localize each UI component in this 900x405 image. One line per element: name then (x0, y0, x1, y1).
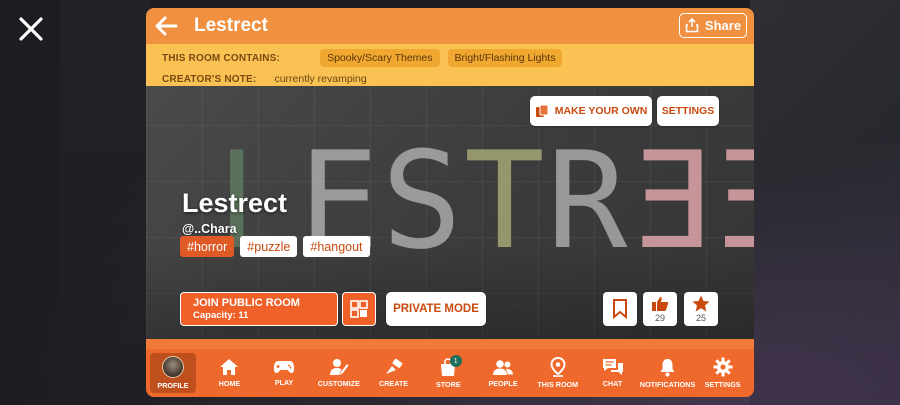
nav-this-room[interactable]: THIS ROOM (530, 353, 585, 393)
room-panel: Lestrect Share THIS ROOM CONTAINS: Spook… (146, 8, 754, 397)
tag-chip[interactable]: #horror (180, 236, 235, 257)
private-mode-label: PRIVATE MODE (393, 303, 479, 315)
nav-label: CUSTOMIZE (317, 379, 360, 388)
gamepad-icon (273, 361, 295, 374)
warning-chip: Spooky/Scary Themes (320, 49, 440, 67)
nav-profile[interactable]: PROFILE (150, 353, 196, 393)
nav-people[interactable]: PEOPLE (476, 353, 531, 393)
thumbs-up-icon (652, 296, 669, 311)
nav-label: NOTIFICATIONS (639, 379, 696, 389)
make-your-own-button[interactable]: MAKE YOUR OWN (530, 96, 652, 126)
capacity-text: Capacity: 11 (193, 310, 249, 321)
home-icon (220, 359, 239, 375)
tag-chip[interactable]: #puzzle (240, 236, 298, 257)
nav-divider (146, 339, 754, 349)
back-arrow-icon[interactable] (148, 8, 184, 44)
nav-settings[interactable]: SETTINGS (695, 353, 750, 393)
gear-icon (713, 357, 733, 377)
content-warnings-row: THIS ROOM CONTAINS: Spooky/Scary Themes … (162, 49, 563, 67)
chat-icon (602, 359, 623, 375)
room-preview-image: LESTRƎƎT MAKE YOUR OWN SETTINGS Lestrect… (146, 86, 754, 350)
contains-label: THIS ROOM CONTAINS: (162, 52, 281, 64)
nav-label: CHAT (602, 379, 623, 388)
nav-home[interactable]: HOME (202, 353, 257, 393)
nav-label: STORE (435, 379, 461, 389)
room-header: Lestrect Share (146, 8, 754, 44)
avatar-edit-icon (329, 359, 349, 375)
nav-play[interactable]: PLAY (257, 353, 312, 393)
star-icon (692, 295, 710, 312)
like-count: 29 (654, 312, 665, 323)
nav-customize[interactable]: CUSTOMIZE (311, 353, 366, 393)
maker-pen-icon (385, 358, 402, 374)
nav-chat[interactable]: CHAT (585, 353, 640, 393)
settings-label: SETTINGS (661, 105, 715, 117)
room-name: Lestrect (182, 188, 288, 218)
join-label: JOIN PUBLIC ROOM (193, 297, 300, 309)
nav-label: CREATE (379, 379, 409, 388)
nav-label: HOME (218, 379, 241, 388)
store-badge: 1 (449, 355, 462, 367)
nav-label: THIS ROOM (537, 380, 579, 389)
creator-note-row: CREATOR'S NOTE: currently revamping (162, 73, 367, 85)
tag-chip[interactable]: #hangout (303, 236, 370, 257)
share-button[interactable]: Share (679, 13, 747, 38)
room-tags: #horror #puzzle #hangout (180, 236, 370, 257)
settings-button[interactable]: SETTINGS (657, 96, 719, 126)
copy-icon (535, 104, 549, 117)
note-value: currently revamping (274, 73, 367, 85)
bookmark-icon (613, 299, 627, 319)
warning-chip: Bright/Flashing Lights (447, 49, 563, 67)
nav-create[interactable]: CREATE (366, 353, 421, 393)
bookmark-button[interactable] (603, 292, 637, 326)
nav-notifications[interactable]: NOTIFICATIONS (640, 353, 695, 393)
note-label: CREATOR'S NOTE: (162, 73, 257, 85)
grid-icon (350, 300, 368, 318)
nav-label: PLAY (274, 378, 294, 387)
make-your-own-label: MAKE YOUR OWN (554, 105, 648, 117)
avatar (162, 356, 184, 378)
creator-handle[interactable]: @..Chara (182, 222, 237, 236)
location-pin-icon (550, 357, 566, 377)
bell-icon (660, 358, 675, 376)
share-label: Share (704, 18, 742, 33)
background-right (750, 0, 900, 405)
room-title: Lestrect (194, 15, 268, 36)
close-icon[interactable] (14, 12, 48, 46)
nav-label: PEOPLE (488, 378, 518, 388)
star-count: 25 (695, 313, 706, 323)
room-instances-button[interactable] (342, 292, 376, 326)
bottom-nav: PROFILE HOME PLAY CUSTOMIZE CREATE 1 STO… (146, 349, 754, 397)
join-public-room-button[interactable]: JOIN PUBLIC ROOM Capacity: 11 (180, 292, 338, 326)
people-icon (493, 359, 514, 375)
like-button[interactable]: 29 (643, 292, 677, 326)
nav-store[interactable]: 1 STORE (421, 353, 476, 393)
share-icon (685, 18, 699, 33)
room-info-band: THIS ROOM CONTAINS: Spooky/Scary Themes … (146, 44, 754, 86)
background-left (60, 0, 150, 405)
nav-label: SETTINGS (704, 380, 741, 389)
favorite-button[interactable]: 25 (684, 292, 718, 326)
nav-label: PROFILE (157, 381, 189, 390)
private-mode-button[interactable]: PRIVATE MODE (386, 292, 486, 326)
